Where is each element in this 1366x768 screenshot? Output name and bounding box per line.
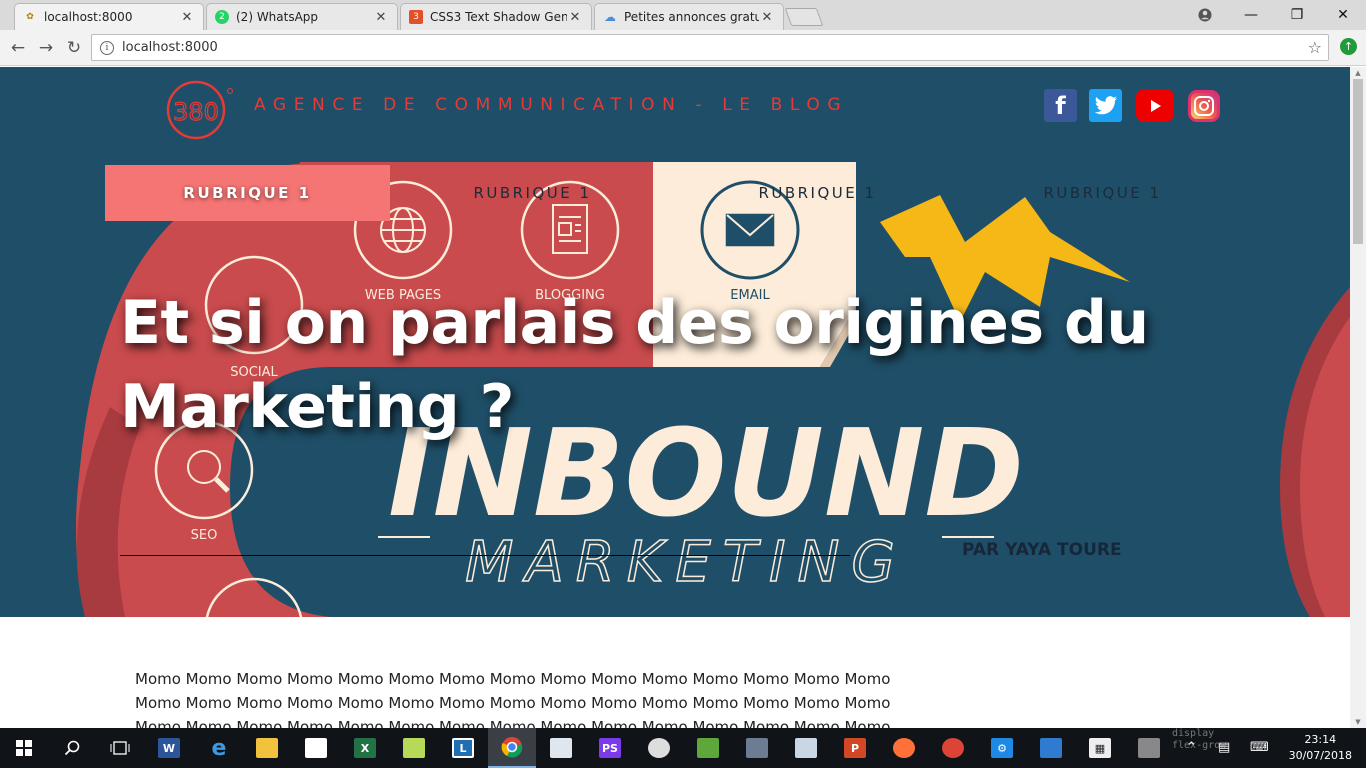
- nav-item-rubrique-2[interactable]: RUBRIQUE 1: [390, 165, 675, 221]
- new-tab-button[interactable]: [784, 8, 824, 26]
- close-tab-icon[interactable]: ✕: [567, 10, 583, 25]
- hero-banner: WEB PAGES BLOGGING EMAIL SOCIAL SEO INBO…: [0, 67, 1350, 617]
- youtube-icon[interactable]: [1136, 89, 1174, 122]
- page-scrollbar[interactable]: ▲ ▼: [1350, 67, 1366, 728]
- close-tab-icon[interactable]: ✕: [179, 10, 195, 25]
- app-chart-icon[interactable]: [684, 728, 732, 768]
- app-misc-icon[interactable]: [1125, 728, 1173, 768]
- article-title: Et si on parlais des origines du Marketi…: [120, 288, 1149, 442]
- chrome-update-icon[interactable]: ↑: [1340, 38, 1357, 55]
- article-line: Momo Momo Momo Momo Momo Momo Momo Momo …: [135, 718, 891, 728]
- phpstorm-icon[interactable]: PS: [586, 728, 634, 768]
- notification-icon[interactable]: ▤: [1218, 740, 1230, 755]
- title-divider: [120, 555, 850, 556]
- forward-button[interactable]: →: [33, 35, 59, 61]
- profile-icon[interactable]: [1182, 0, 1228, 30]
- settings-gear-icon[interactable]: ⚙: [978, 728, 1026, 768]
- store-icon[interactable]: [292, 728, 340, 768]
- localhost-favicon-icon: ✿: [26, 12, 34, 22]
- nav-item-rubrique-1[interactable]: RUBRIQUE 1: [105, 165, 390, 221]
- close-window-button[interactable]: ✕: [1320, 0, 1366, 30]
- app-phone-icon[interactable]: [733, 728, 781, 768]
- app-compass-icon[interactable]: [635, 728, 683, 768]
- facebook-icon[interactable]: f: [1044, 89, 1077, 122]
- firefox-icon[interactable]: [880, 728, 928, 768]
- nav-item-rubrique-4[interactable]: RUBRIQUE 1: [960, 165, 1245, 221]
- seo-caption: SEO: [191, 528, 218, 543]
- excel-icon[interactable]: X: [341, 728, 389, 768]
- tab-petites-annonces[interactable]: ☁ Petites annonces gratuite ✕: [594, 3, 784, 30]
- css3-icon: 3: [409, 10, 423, 24]
- file-explorer-icon[interactable]: [243, 728, 291, 768]
- scrollbar-thumb[interactable]: [1353, 79, 1363, 244]
- sticky-notes-icon[interactable]: [390, 728, 438, 768]
- address-bar[interactable]: i localhost:8000 ☆: [91, 34, 1329, 61]
- main-nav: RUBRIQUE 1 RUBRIQUE 1 RUBRIQUE 1 RUBRIQU…: [105, 165, 1245, 221]
- back-button[interactable]: ←: [5, 35, 31, 61]
- terminal-icon[interactable]: [537, 728, 585, 768]
- whatsapp-icon: 2: [215, 10, 229, 24]
- logo-text: 380: [173, 98, 219, 126]
- tab-css3-shadow[interactable]: 3 CSS3 Text Shadow Gener ✕: [400, 3, 592, 30]
- close-tab-icon[interactable]: ✕: [759, 10, 775, 25]
- app-l-icon[interactable]: L: [439, 728, 487, 768]
- windows-taskbar: W e X L PS P ⚙ ▦ display flex-grow ⌃ ▤ ⌨…: [0, 728, 1366, 768]
- site-info-icon[interactable]: i: [100, 40, 114, 55]
- minimize-button[interactable]: —: [1228, 0, 1274, 30]
- bookmark-star-icon[interactable]: ☆: [1308, 38, 1322, 57]
- article-author: PAR YAYA TOURE: [962, 540, 1122, 560]
- tab-localhost[interactable]: ✿ localhost:8000 ✕: [14, 3, 204, 30]
- tray-chevron-icon[interactable]: ⌃: [1186, 740, 1197, 755]
- close-tab-icon[interactable]: ✕: [373, 10, 389, 25]
- reload-button[interactable]: ↻: [61, 35, 87, 61]
- clock-date: 30/07/2018: [1288, 749, 1352, 762]
- twitter-icon[interactable]: [1089, 89, 1122, 122]
- tab-title: CSS3 Text Shadow Gener: [430, 10, 567, 24]
- clock-time: 23:14: [1304, 733, 1337, 746]
- brand-tagline: AGENCE DE COMMUNICATION - LE BLOG: [254, 95, 849, 115]
- chrome-icon[interactable]: [488, 728, 536, 768]
- app-window-icon[interactable]: [782, 728, 830, 768]
- powerpoint-icon[interactable]: P: [831, 728, 879, 768]
- app-id-icon[interactable]: [1027, 728, 1075, 768]
- scroll-down-arrow-icon[interactable]: ▼: [1350, 718, 1366, 726]
- article-line: Momo Momo Momo Momo Momo Momo Momo Momo …: [135, 670, 891, 688]
- system-clock[interactable]: 23:14 30/07/2018: [1289, 732, 1352, 764]
- page-viewport: WEB PAGES BLOGGING EMAIL SOCIAL SEO INBO…: [0, 67, 1350, 728]
- tab-title: Petites annonces gratuite: [624, 10, 759, 24]
- start-button[interactable]: [0, 728, 48, 768]
- url-text: localhost:8000: [122, 40, 218, 55]
- marketing-subline: MARKETING: [465, 530, 907, 595]
- nav-item-rubrique-3[interactable]: RUBRIQUE 1: [675, 165, 960, 221]
- cloud-favicon-icon: ☁: [604, 10, 616, 24]
- article-body: Momo Momo Momo Momo Momo Momo Momo Momo …: [135, 667, 910, 728]
- search-icon[interactable]: [48, 728, 96, 768]
- agency-logo[interactable]: 380: [160, 77, 238, 141]
- word-icon[interactable]: W: [145, 728, 193, 768]
- chrome-secondary-icon[interactable]: [929, 728, 977, 768]
- instagram-icon[interactable]: [1188, 90, 1220, 122]
- restore-button[interactable]: ❐: [1274, 0, 1320, 30]
- browser-toolbar: ← → ↻ i localhost:8000 ☆ ↑: [0, 30, 1366, 66]
- article-line: Momo Momo Momo Momo Momo Momo Momo Momo …: [135, 694, 891, 712]
- tab-strip: ✿ localhost:8000 ✕ 2 (2) WhatsApp ✕ 3 CS…: [0, 0, 1366, 30]
- calculator-icon[interactable]: ▦: [1076, 728, 1124, 768]
- tab-whatsapp[interactable]: 2 (2) WhatsApp ✕: [206, 3, 398, 30]
- scroll-up-arrow-icon[interactable]: ▲: [1350, 69, 1366, 77]
- task-view-icon[interactable]: [96, 728, 144, 768]
- tab-title: localhost:8000: [44, 10, 133, 24]
- edge-icon[interactable]: e: [195, 728, 243, 768]
- keyboard-icon[interactable]: ⌨: [1250, 740, 1269, 755]
- tab-title: (2) WhatsApp: [236, 10, 319, 24]
